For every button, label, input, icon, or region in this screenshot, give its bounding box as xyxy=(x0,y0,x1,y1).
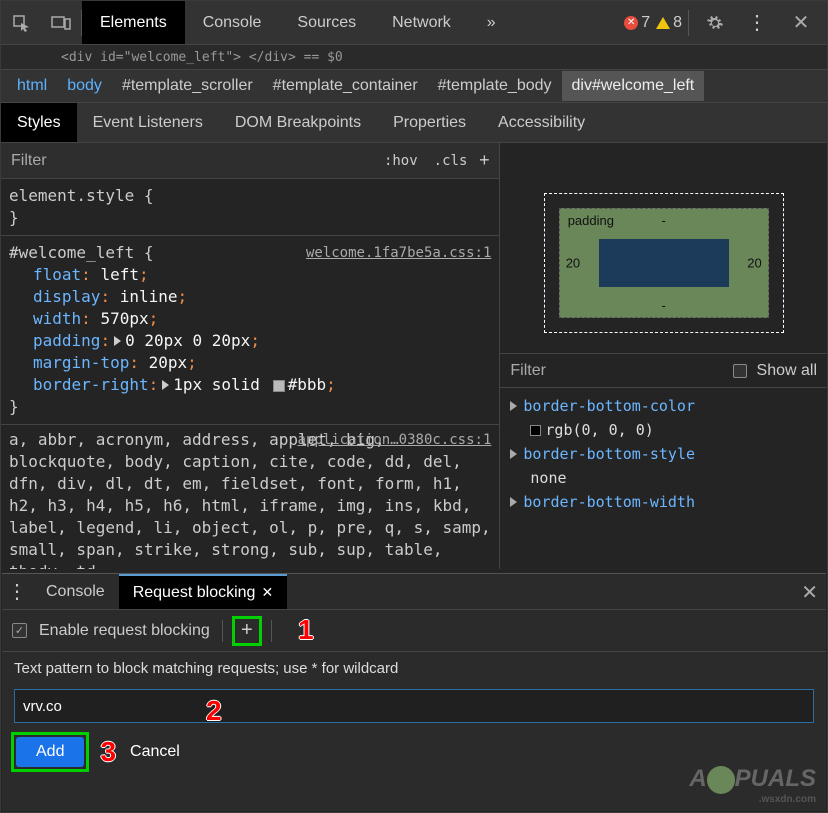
dom-selected-node: <div id="welcome_left"> </div> == $0 xyxy=(1,45,827,69)
boxmodel-padding-label: padding xyxy=(568,213,614,228)
pattern-input[interactable] xyxy=(14,689,814,723)
cls-toggle[interactable]: .cls xyxy=(426,153,476,169)
showall-checkbox[interactable] xyxy=(733,364,747,378)
prop-margin-top: margin-top xyxy=(9,353,129,372)
subtab-acc[interactable]: Accessibility xyxy=(482,103,601,142)
annotation-1: 1 xyxy=(298,614,314,646)
inspect-icon[interactable] xyxy=(1,1,41,45)
drawer-close-icon[interactable]: ✕ xyxy=(801,580,818,605)
tab-elements[interactable]: Elements xyxy=(82,1,185,44)
kebab-menu-icon[interactable]: ⋮ xyxy=(741,10,775,35)
bc-tbody[interactable]: #template_body xyxy=(428,71,562,101)
prop-border-right: border-right xyxy=(9,375,149,394)
bc-tscroller[interactable]: #template_scroller xyxy=(112,71,263,101)
drawer-menu-icon[interactable]: ⋮ xyxy=(2,579,32,604)
hov-toggle[interactable]: :hov xyxy=(376,153,426,169)
source-link-app[interactable]: application…0380c.css:1 xyxy=(298,429,492,451)
rule-element-style[interactable]: element.style { } xyxy=(1,179,499,236)
boxmodel-content xyxy=(599,239,729,287)
brace-close: } xyxy=(9,396,491,418)
close-tab-icon[interactable]: ✕ xyxy=(261,584,273,601)
add-pattern-button[interactable]: + xyxy=(235,619,259,643)
color-swatch-icon[interactable] xyxy=(273,380,285,392)
new-style-rule-button[interactable]: + xyxy=(475,150,499,171)
prop-display: display xyxy=(9,287,100,306)
tab-console[interactable]: Console xyxy=(185,1,280,44)
add-button[interactable]: Add xyxy=(16,737,84,767)
subtab-props[interactable]: Properties xyxy=(377,103,482,142)
bc-welcome[interactable]: div#welcome_left xyxy=(562,71,705,101)
watermark: APUALS .wsxdn.com xyxy=(689,765,816,805)
drawer-tab-console[interactable]: Console xyxy=(32,574,119,609)
error-count[interactable]: ✕7 xyxy=(624,14,650,32)
expand-icon[interactable] xyxy=(114,336,121,346)
subtab-event[interactable]: Event Listeners xyxy=(77,103,219,142)
expand-icon[interactable] xyxy=(162,380,169,390)
box-model: padding - - 20 20 xyxy=(500,143,827,354)
enable-blocking-checkbox[interactable]: ✓ xyxy=(12,623,27,638)
subtab-styles[interactable]: Styles xyxy=(1,103,77,142)
source-link-welcome[interactable]: welcome.1fa7be5a.css:1 xyxy=(306,242,491,264)
warn-count[interactable]: 8 xyxy=(656,14,682,32)
expand-icon[interactable] xyxy=(510,449,517,459)
prop-width: width xyxy=(9,309,81,328)
computed-borderstyle[interactable]: border-bottom-style xyxy=(510,442,817,466)
rule-application-css[interactable]: application…0380c.css:1 a, abbr, acronym… xyxy=(1,425,499,569)
prop-float: float xyxy=(9,265,81,284)
close-icon[interactable]: ✕ xyxy=(781,1,821,45)
subtab-dom[interactable]: DOM Breakpoints xyxy=(219,103,377,142)
device-toggle-icon[interactable] xyxy=(41,1,81,45)
watermark-logo-icon xyxy=(707,766,735,794)
tab-network[interactable]: Network xyxy=(374,1,469,44)
annotation-2: 2 xyxy=(206,695,222,727)
selector-element-style: element.style { xyxy=(9,185,491,207)
settings-icon[interactable] xyxy=(695,1,735,45)
tab-more[interactable]: » xyxy=(469,1,514,44)
cancel-button[interactable]: Cancel xyxy=(130,743,180,761)
showall-label: Show all xyxy=(757,362,817,380)
bc-html[interactable]: html xyxy=(7,71,57,101)
tab-sources[interactable]: Sources xyxy=(279,1,374,44)
enable-blocking-label: Enable request blocking xyxy=(39,622,210,640)
color-swatch-icon[interactable] xyxy=(530,425,541,436)
annotation-3: 3 xyxy=(100,736,116,768)
rule-welcome-left[interactable]: welcome.1fa7be5a.css:1 #welcome_left { f… xyxy=(1,236,499,425)
bc-tcontainer[interactable]: #template_container xyxy=(263,71,428,101)
breadcrumb: html body #template_scroller #template_c… xyxy=(1,69,827,103)
brace-close: } xyxy=(9,207,491,229)
expand-icon[interactable] xyxy=(510,401,517,411)
styles-filter-input[interactable]: Filter xyxy=(1,152,376,170)
expand-icon[interactable] xyxy=(510,497,517,507)
prop-padding: padding xyxy=(9,331,100,350)
drawer-tab-request-blocking[interactable]: Request blocking✕ xyxy=(119,574,287,609)
computed-filter-input[interactable]: Filter xyxy=(510,362,722,380)
computed-borderwidth[interactable]: border-bottom-width xyxy=(510,490,817,514)
computed-bordercolor[interactable]: border-bottom-color xyxy=(510,394,817,418)
pattern-hint: Text pattern to block matching requests;… xyxy=(2,652,826,685)
bc-body[interactable]: body xyxy=(57,71,112,101)
